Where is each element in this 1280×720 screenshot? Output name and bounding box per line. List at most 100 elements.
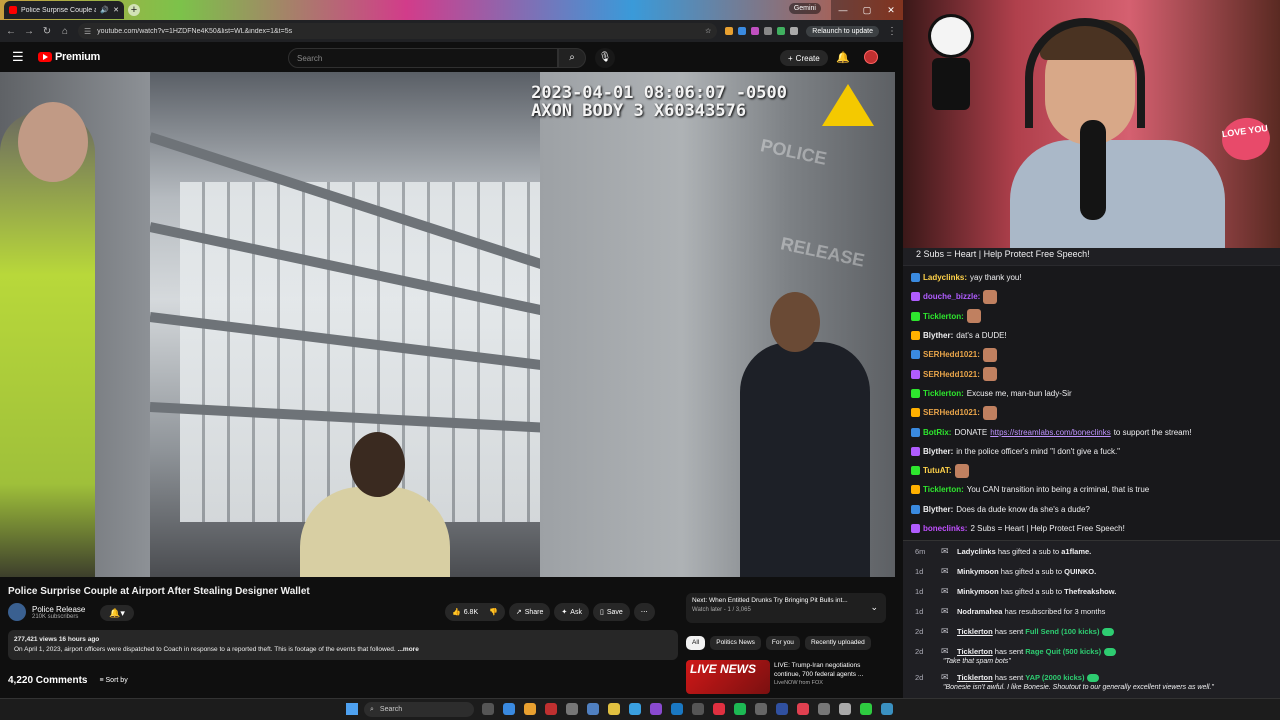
chip-all[interactable]: All [686,636,706,650]
extension-icon[interactable] [725,27,734,35]
spotify-icon[interactable] [734,703,746,715]
chat-username[interactable]: boneclinks: [923,524,967,533]
event-user[interactable]: Nodramahea [957,607,1002,616]
task-view-icon[interactable] [482,703,494,715]
edge-icon[interactable] [503,703,515,715]
minimize-icon[interactable]: — [831,0,855,20]
extension-icon[interactable] [764,27,773,35]
app-icon[interactable] [818,703,830,715]
browser-menu-icon[interactable]: ⋮ [887,26,897,37]
kick-icon[interactable] [860,703,872,715]
chat-username[interactable]: SERHedd1021: [923,370,980,379]
sort-button[interactable]: ≡ Sort by [99,677,127,684]
chat-username[interactable]: SERHedd1021: [923,408,980,417]
app-icon[interactable] [545,703,557,715]
ask-button[interactable]: ✦ Ask [554,603,589,621]
chat-username[interactable]: Ticklerton: [923,485,964,494]
playlist-up-next[interactable]: Next: When Entitled Drunks Try Bringing … [686,593,886,623]
account-avatar[interactable] [864,50,878,64]
site-info-icon[interactable]: ☰ [84,27,91,36]
app-icon[interactable] [671,703,683,715]
new-tab-button[interactable]: + [128,4,140,16]
event-time: 2d [915,647,924,656]
chevron-down-icon[interactable]: ⌄ [870,602,878,613]
save-button[interactable]: ▯ Save [592,603,630,621]
event-target: Thefreakshow. [1064,587,1117,596]
file-explorer-icon[interactable] [608,703,620,715]
chat-link[interactable]: https://streamlabs.com/boneclinks [990,428,1111,437]
extension-icon[interactable] [777,27,786,35]
gemini-button[interactable]: Gemini [788,3,821,14]
url-text: youtube.com/watch?v=1HZDFNe4K50&list=WL&… [97,27,293,35]
chat-username[interactable]: BotRix: [923,428,951,437]
chat-username[interactable]: SERHedd1021: [923,350,980,359]
chat-username[interactable]: douche_bizzle: [923,292,980,301]
thumbs-down-icon[interactable]: 👎 [489,608,498,616]
recommended-video[interactable]: LIVE NEWS LIVE: Trump-Iran negotiations … [686,660,886,694]
video-scene-woman [300,432,450,577]
search-button[interactable]: ⌕ [558,48,586,68]
event-user[interactable]: Ladyclinks [957,547,996,556]
event-amount: Full Send (100 kicks) [1025,627,1100,636]
back-icon[interactable]: ← [6,26,16,37]
maximize-icon[interactable]: ▢ [855,0,879,20]
recommended-thumbnail[interactable]: LIVE NEWS [686,660,770,694]
event-user[interactable]: Ticklerton [957,647,993,656]
search-input[interactable]: Search [288,48,558,68]
browser-tab[interactable]: Police Surprise Couple at A 🔊 ✕ [4,1,124,19]
obs-icon[interactable] [692,703,704,715]
discord-icon[interactable] [650,703,662,715]
event-user[interactable]: Minkymoon [957,567,999,576]
event-user[interactable]: Minkymoon [957,587,999,596]
address-bar[interactable]: ☰ youtube.com/watch?v=1HZDFNe4K50&list=W… [78,23,718,39]
menu-icon[interactable]: ☰ [12,49,26,65]
tab-close-icon[interactable]: ✕ [113,6,119,14]
event-user[interactable]: Ticklerton [957,627,993,636]
chip-for-you[interactable]: For you [765,636,800,650]
relaunch-button[interactable]: Relaunch to update [806,25,879,37]
chrome-icon[interactable] [524,703,536,715]
chat-username[interactable]: Blyther: [923,447,953,456]
app-icon[interactable] [566,703,578,715]
app-icon[interactable] [587,703,599,715]
chat-username[interactable]: Ticklerton: [923,389,964,398]
notifications-bell-icon[interactable]: 🔔 [836,51,850,64]
extensions-puzzle-icon[interactable] [790,27,799,35]
chat-username[interactable]: Ladyclinks: [923,273,967,282]
chat-username[interactable]: Ticklerton: [923,312,964,321]
close-icon[interactable]: ✕ [879,0,903,20]
bookmark-star-icon[interactable]: ☆ [705,27,711,35]
chat-username[interactable]: Blyther: [923,505,953,514]
app-icon[interactable] [629,703,641,715]
video-player[interactable]: POLICE RELEASE 2023-04-01 08:06:07 -0500… [0,72,895,577]
description-box[interactable]: 277,421 views 16 hours ago On April 1, 2… [8,630,678,660]
show-more-link[interactable]: ...more [398,646,419,653]
taskbar-search[interactable]: ⌕ Search [364,702,474,717]
youtube-logo[interactable]: Premium [38,51,100,63]
chip-recently-uploaded[interactable]: Recently uploaded [804,636,871,650]
event-user[interactable]: Ticklerton [957,673,993,682]
app-icon[interactable] [776,703,788,715]
chat-username[interactable]: Blyther: [923,331,953,340]
chip-politics-news[interactable]: Politics News [710,636,761,650]
app-icon[interactable] [839,703,851,715]
app-icon[interactable] [881,703,893,715]
channel-name[interactable]: Police Release [32,605,85,614]
windows-start-icon[interactable] [346,703,358,715]
channel-avatar[interactable] [8,603,26,621]
extension-icon[interactable] [751,27,760,35]
chat-username[interactable]: TutuAT: [923,466,952,475]
voice-search-button[interactable]: 🎙 [595,48,615,68]
app-icon[interactable] [755,703,767,715]
share-button[interactable]: ↗ Share [508,603,551,621]
more-actions-button[interactable]: ⋯ [633,603,655,621]
create-button[interactable]: + Create [780,50,828,66]
app-icon[interactable] [797,703,809,715]
home-icon[interactable]: ⌂ [60,26,70,37]
like-button[interactable]: 👍 6.8K 👎 [445,603,505,621]
app-icon[interactable] [713,703,725,715]
forward-icon[interactable]: → [24,26,34,37]
subscription-bell-button[interactable]: 🔔▾ [100,605,134,621]
extension-icon[interactable] [738,27,747,35]
reload-icon[interactable]: ↻ [42,26,52,37]
